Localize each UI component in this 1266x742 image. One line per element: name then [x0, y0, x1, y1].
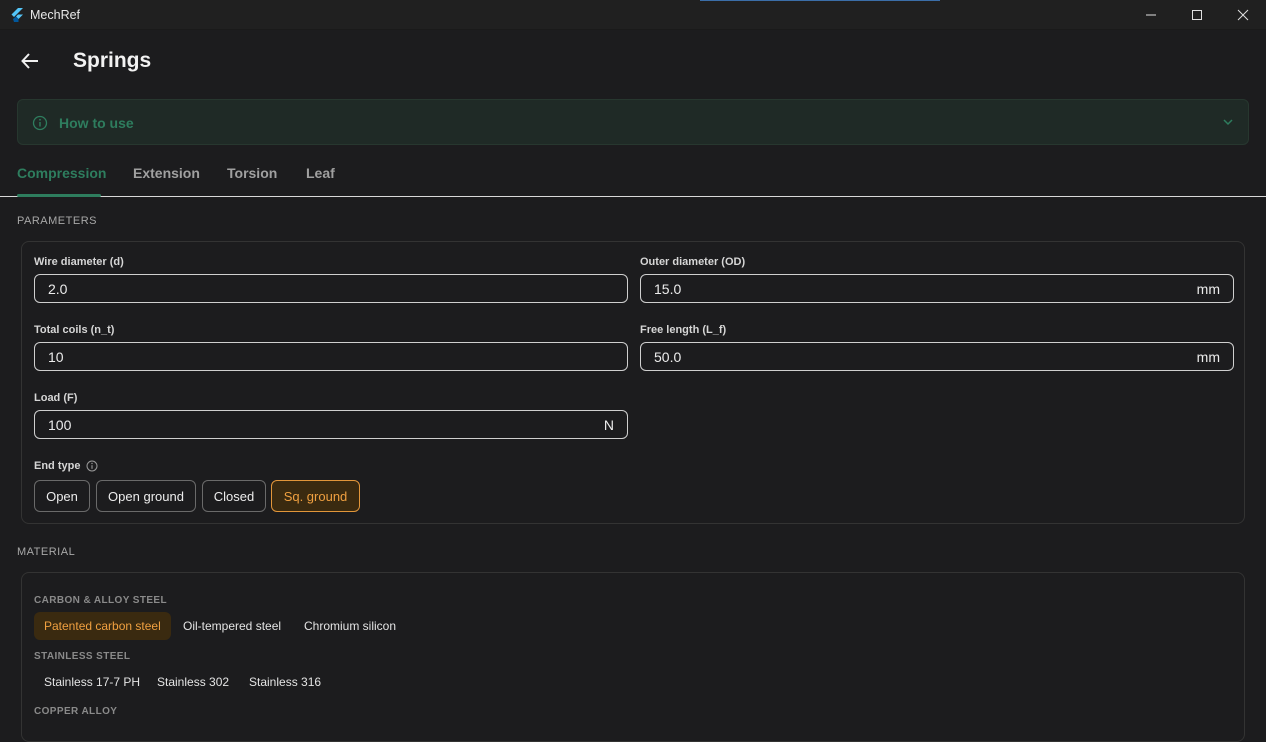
outer-diameter-label: Outer diameter (OD)	[640, 256, 746, 268]
end-type-open-ground-button[interactable]: Open ground	[96, 480, 196, 512]
load-input[interactable]: 100 N	[34, 410, 628, 439]
spring-type-tabs: Compression Extension Torsion Leaf	[0, 150, 1266, 197]
outer-diameter-input[interactable]: 15.0 mm	[640, 274, 1234, 303]
tab-extension[interactable]: Extension	[133, 165, 200, 181]
end-type-closed-button[interactable]: Closed	[202, 480, 266, 512]
free-length-label: Free length (L_f)	[640, 324, 727, 336]
minimize-icon	[1146, 14, 1156, 16]
flutter-logo-icon	[11, 7, 23, 22]
material-chip-stainless-17-7-ph[interactable]: Stainless 17-7 PH	[34, 668, 150, 696]
back-button[interactable]	[18, 49, 42, 73]
end-type-open-button[interactable]: Open	[34, 480, 90, 512]
end-type-label-text: End type	[34, 460, 81, 472]
material-section-title: MATERIAL	[17, 546, 76, 558]
material-group-title: CARBON & ALLOY STEEL	[34, 595, 168, 606]
outer-diameter-value: 15.0	[654, 281, 682, 297]
free-length-input[interactable]: 50.0 mm	[640, 342, 1234, 371]
total-coils-input[interactable]: 10	[34, 342, 628, 371]
arrow-left-icon	[21, 53, 38, 69]
wire-diameter-label: Wire diameter (d)	[34, 256, 124, 268]
page-title: Springs	[73, 49, 152, 72]
total-coils-value: 10	[48, 349, 64, 365]
end-type-sq-ground-button[interactable]: Sq. ground	[271, 480, 360, 512]
window-titlebar: MechRef	[0, 0, 1266, 30]
maximize-icon	[1192, 10, 1202, 20]
load-label: Load (F)	[34, 392, 78, 404]
material-group-title: COPPER ALLOY	[34, 706, 118, 717]
how-to-use-label: How to use	[59, 115, 134, 131]
total-coils-label: Total coils (n_t)	[34, 324, 115, 336]
app-name: MechRef	[30, 7, 81, 22]
chevron-down-icon	[1223, 119, 1233, 126]
tab-leaf[interactable]: Leaf	[306, 165, 335, 181]
close-icon	[1237, 9, 1249, 21]
load-value: 100	[48, 417, 72, 433]
page-header: Springs	[0, 30, 1266, 94]
material-chip-patented-carbon-steel[interactable]: Patented carbon steel	[34, 612, 171, 640]
info-icon[interactable]	[86, 460, 98, 472]
material-chip-stainless-302[interactable]: Stainless 302	[147, 668, 239, 696]
parameters-section-title: PARAMETERS	[17, 215, 97, 227]
material-chip-oil-tempered-steel[interactable]: Oil-tempered steel	[173, 612, 291, 640]
parameters-card: Wire diameter (d) 2.0 Outer diameter (OD…	[21, 241, 1245, 524]
material-chip-chromium-silicon[interactable]: Chromium silicon	[294, 612, 406, 640]
tab-compression[interactable]: Compression	[17, 165, 106, 181]
end-type-label: End type	[34, 460, 98, 472]
load-unit: N	[603, 417, 614, 433]
maximize-button[interactable]	[1174, 0, 1220, 30]
material-card: CARBON & ALLOY STEEL Patented carbon ste…	[21, 572, 1245, 742]
free-length-unit: mm	[1196, 349, 1220, 365]
wire-diameter-value: 2.0	[48, 281, 68, 297]
info-icon	[32, 115, 48, 131]
minimize-button[interactable]	[1128, 0, 1174, 30]
active-tab-indicator	[17, 194, 101, 197]
free-length-value: 50.0	[654, 349, 682, 365]
tab-torsion[interactable]: Torsion	[227, 165, 277, 181]
close-button[interactable]	[1220, 0, 1266, 30]
how-to-use-expander[interactable]: How to use	[17, 99, 1249, 145]
titlebar-accent-line	[700, 0, 940, 1]
material-group-title: STAINLESS STEEL	[34, 651, 131, 662]
outer-diameter-unit: mm	[1196, 281, 1220, 297]
wire-diameter-input[interactable]: 2.0	[34, 274, 628, 303]
material-chip-stainless-316[interactable]: Stainless 316	[239, 668, 331, 696]
